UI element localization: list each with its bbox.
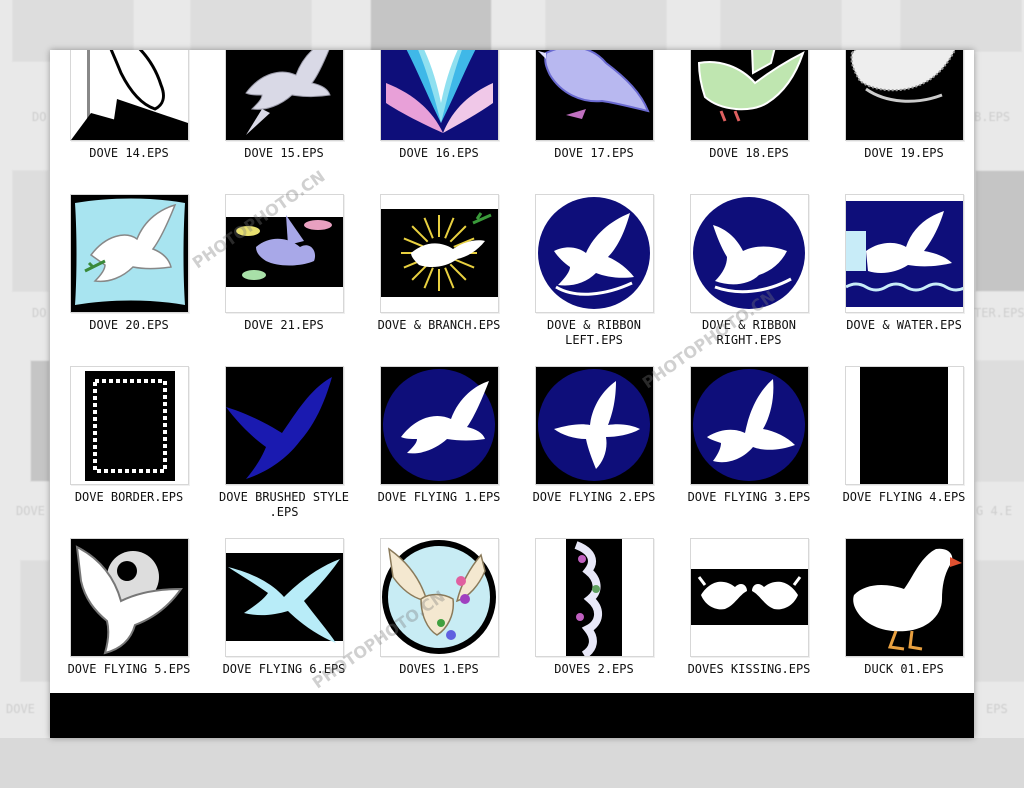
file-thumbnail[interactable] (845, 194, 964, 313)
file-name-label: DOVE 15.EPS (244, 146, 324, 160)
file-name-label: DOVE FLYING 6.EPS (222, 662, 346, 676)
clipart-dove-brushed-image (226, 367, 343, 484)
bg-thumbnail (900, 0, 1022, 52)
clipart-dove-18-image (691, 50, 808, 140)
file-thumbnail[interactable] (225, 50, 344, 141)
file-thumbnail[interactable] (225, 194, 344, 313)
clipart-dove-water-image (846, 195, 963, 312)
file-thumbnail[interactable] (535, 366, 654, 485)
clipart-dove-17-image (536, 50, 653, 140)
clipart-dove-14-image (71, 50, 188, 140)
file-name-label: DOVE & WATER.EPS (846, 318, 962, 332)
file-name-label: DOVE & BRANCH.EPS (377, 318, 501, 332)
clipart-flying-6-image (226, 539, 343, 656)
file-name-label: DOVES 2.EPS (554, 662, 634, 676)
file-name-label: DOVE FLYING 5.EPS (67, 662, 191, 676)
file-thumbnail[interactable] (535, 538, 654, 657)
file-thumbnail[interactable] (70, 366, 189, 485)
file-name-label: DOVES KISSING.EPS (687, 662, 811, 676)
clipart-dove-21-image (226, 195, 343, 312)
file-thumbnail[interactable] (380, 50, 499, 141)
clipart-dove-19-image (846, 50, 963, 140)
bg-thumbnail (975, 170, 1024, 292)
file-thumbnail[interactable] (380, 538, 499, 657)
clipart-doves-kissing-image (691, 539, 808, 656)
bg-thumbnail (975, 560, 1024, 682)
bg-label: DO (32, 110, 47, 124)
file-name-label: DOVE FLYING 4.EPS (842, 490, 966, 504)
bg-thumbnail (975, 360, 1024, 482)
bg-label: DOVE (16, 504, 45, 518)
bg-thumbnail (190, 0, 312, 52)
file-name-label: DOVE FLYING 2.EPS (532, 490, 656, 504)
file-name-label: DOVES 1.EPS (399, 662, 479, 676)
thumbnail-grid: DOVE 14.EPS DOVE 15.EPS DOVE 16.EPS DOVE 17… (50, 50, 974, 693)
bg-thumbnail (20, 560, 50, 682)
clipart-flying-4-image (846, 367, 963, 484)
window-footer-bar (50, 693, 974, 738)
clipart-flying-1-image (381, 367, 498, 484)
file-thumbnail[interactable] (845, 538, 964, 657)
clipart-dove-16-image (381, 50, 498, 140)
clipart-ribbon-left-image (536, 195, 653, 312)
file-name-label: DOVE FLYING 3.EPS (687, 490, 811, 504)
file-name-label: DOVE 17.EPS (554, 146, 634, 160)
bg-label: G 4.E (976, 504, 1013, 518)
file-thumbnail[interactable] (225, 538, 344, 657)
file-name-label: DOVE 14.EPS (89, 146, 169, 160)
file-name-label: DOVE BRUSHED STYLE .EPS (218, 490, 350, 519)
file-thumbnail[interactable] (70, 194, 189, 313)
clipart-browser-window: DOVE 14.EPS DOVE 15.EPS DOVE 16.EPS DOVE 17… (50, 50, 974, 738)
file-name-label: DOVE FLYING 1.EPS (377, 490, 501, 504)
bg-label: EPS (986, 702, 1008, 716)
file-name-label: DUCK 01.EPS (864, 662, 944, 676)
clipart-dove-branch-image (381, 195, 498, 312)
file-name-label: DOVE 19.EPS (864, 146, 944, 160)
file-thumbnail[interactable] (70, 538, 189, 657)
file-thumbnail[interactable] (690, 538, 809, 657)
bg-thumbnail (545, 0, 667, 52)
bg-thumbnail (12, 170, 49, 292)
clipart-doves-2-image (536, 539, 653, 656)
file-thumbnail[interactable] (380, 366, 499, 485)
file-name-label: DOVE 18.EPS (709, 146, 789, 160)
file-thumbnail[interactable] (845, 366, 964, 485)
file-thumbnail[interactable] (845, 50, 964, 141)
clipart-dove-20-image (71, 195, 188, 312)
clipart-duck-01-image (846, 539, 963, 656)
file-thumbnail[interactable] (70, 50, 189, 141)
clipart-flying-2-image (536, 367, 653, 484)
bg-thumbnail (720, 0, 842, 52)
clipart-flying-3-image (691, 367, 808, 484)
file-thumbnail[interactable] (380, 194, 499, 313)
file-thumbnail[interactable] (535, 194, 654, 313)
clipart-doves-1-image (381, 539, 498, 656)
file-name-label: DOVE & RIBBON RIGHT.EPS (702, 318, 796, 347)
background-bottom-strip (0, 738, 1024, 788)
file-name-label: DOVE 16.EPS (399, 146, 479, 160)
file-thumbnail[interactable] (535, 50, 654, 141)
clipart-dove-border-image (71, 367, 188, 484)
file-name-label: DOVE & RIBBON LEFT.EPS (547, 318, 641, 347)
file-thumbnail[interactable] (690, 50, 809, 141)
clipart-flying-5-image (71, 539, 188, 656)
clipart-dove-15-image (226, 50, 343, 140)
file-name-label: DOVE 20.EPS (89, 318, 169, 332)
bg-label: DOVE (6, 702, 35, 716)
bg-label: B.EPS (974, 110, 1011, 124)
bg-label: TER.EPS (974, 306, 1024, 320)
file-thumbnail[interactable] (690, 366, 809, 485)
file-name-label: DOVE BORDER.EPS (74, 490, 184, 504)
bg-thumbnail (370, 0, 492, 52)
clipart-ribbon-right-image (691, 195, 808, 312)
file-thumbnail[interactable] (225, 366, 344, 485)
file-name-label: DOVE 21.EPS (244, 318, 324, 332)
bg-thumbnail (30, 360, 50, 482)
bg-label: DO (32, 306, 47, 320)
file-thumbnail[interactable] (690, 194, 809, 313)
